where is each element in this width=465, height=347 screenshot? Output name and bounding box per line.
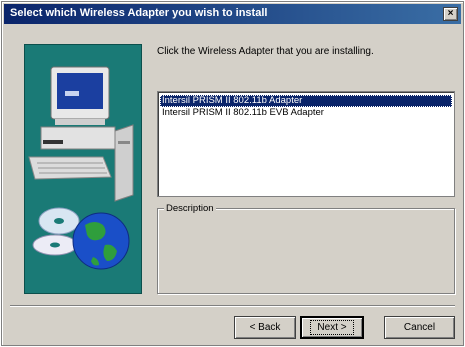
back-button[interactable]: < Back [234, 316, 296, 339]
window-title: Select which Wireless Adapter you wish t… [10, 7, 268, 19]
cancel-button-label: Cancel [403, 322, 436, 333]
adapter-list-item-selected[interactable]: Intersil PRISM II 802.11b Adapter [160, 95, 452, 107]
back-button-label: < Back [249, 322, 281, 333]
close-icon: × [447, 8, 454, 19]
adapter-list-item[interactable]: Intersil PRISM II 802.11b EVB Adapter [160, 107, 452, 119]
next-button-label: Next > [310, 320, 354, 335]
install-dialog: Select which Wireless Adapter you wish t… [1, 1, 464, 346]
title-bar[interactable]: Select which Wireless Adapter you wish t… [4, 4, 461, 24]
description-label: Description [164, 203, 216, 214]
setup-illustration [24, 44, 142, 294]
close-button[interactable]: × [443, 7, 458, 21]
instruction-text: Click the Wireless Adapter that you are … [157, 46, 374, 57]
description-groupbox: Description [157, 203, 455, 294]
computer-cd-globe-icon [28, 66, 134, 270]
button-separator [10, 305, 455, 307]
adapter-listbox[interactable]: Intersil PRISM II 802.11b Adapter Inters… [157, 91, 455, 197]
cancel-button[interactable]: Cancel [384, 316, 455, 339]
next-button[interactable]: Next > [300, 316, 364, 339]
